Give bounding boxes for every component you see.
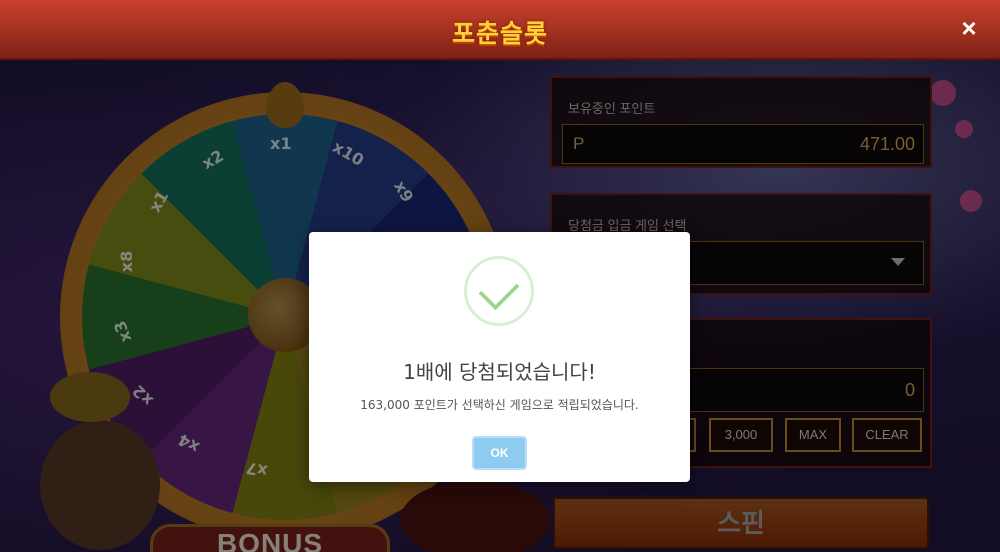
success-icon: [464, 256, 534, 326]
result-modal: 1배에 당첨되었습니다! 163,000 포인트가 선택하신 게임으로 적립되었…: [309, 232, 690, 482]
modal-message: 163,000 포인트가 선택하신 게임으로 적립되었습니다.: [360, 398, 639, 412]
page-title: 포춘슬롯: [451, 20, 548, 48]
modal-title: 1배에 당첨되었습니다!: [403, 360, 596, 384]
check-icon: [478, 269, 520, 311]
header-bar: 포춘슬롯 ×: [0, 0, 1000, 60]
close-icon[interactable]: ×: [956, 15, 982, 41]
ok-button[interactable]: OK: [472, 436, 527, 470]
